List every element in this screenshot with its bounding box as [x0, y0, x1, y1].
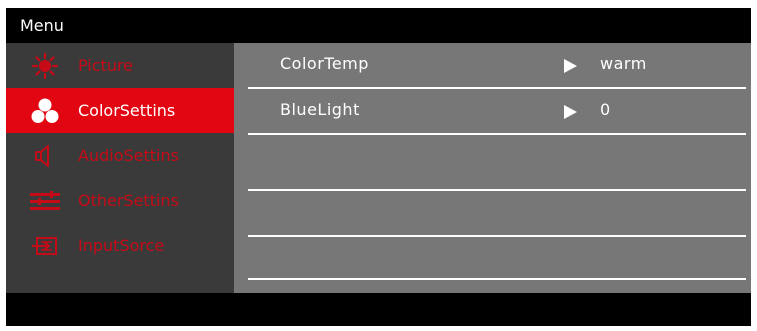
brightness-icon [30, 52, 60, 79]
settings-panel: ColorTemp warm BlueLight 0 [234, 43, 751, 293]
setting-row-colortemp[interactable]: ColorTemp warm [248, 45, 746, 89]
sidebar-item-label: Picture [78, 56, 134, 75]
sidebar: Picture ColorSettins AudioSettins OtherS… [6, 43, 234, 293]
setting-label: BlueLight [280, 100, 360, 119]
osd-menu: Menu Picture ColorSettins AudioSettins O… [6, 8, 751, 326]
setting-row-bluelight[interactable]: BlueLight 0 [248, 91, 746, 135]
menu-footer [6, 293, 751, 326]
speaker-icon [30, 144, 60, 167]
sidebar-item-othersettings[interactable]: OtherSettins [6, 178, 234, 223]
setting-row-empty [248, 193, 746, 237]
sliders-icon [30, 190, 60, 212]
setting-value: 0 [600, 100, 611, 119]
sidebar-item-audiosettings[interactable]: AudioSettins [6, 133, 234, 178]
play-arrow-icon [564, 105, 577, 119]
menu-title: Menu [20, 16, 64, 35]
input-icon [30, 235, 60, 257]
color-icon [30, 98, 60, 123]
setting-label: ColorTemp [280, 54, 369, 73]
sidebar-item-inputsource[interactable]: InputSorce [6, 223, 234, 268]
sidebar-item-colorsettings[interactable]: ColorSettins [6, 88, 234, 133]
sidebar-item-picture[interactable]: Picture [6, 43, 234, 88]
sidebar-item-label: AudioSettins [78, 146, 179, 165]
sidebar-item-label: OtherSettins [78, 191, 179, 210]
setting-row-empty [248, 147, 746, 191]
sidebar-item-label: ColorSettins [78, 101, 176, 120]
setting-value: warm [600, 54, 647, 73]
setting-row-empty [248, 236, 746, 280]
sidebar-item-label: InputSorce [78, 236, 165, 255]
play-arrow-icon [564, 59, 577, 73]
